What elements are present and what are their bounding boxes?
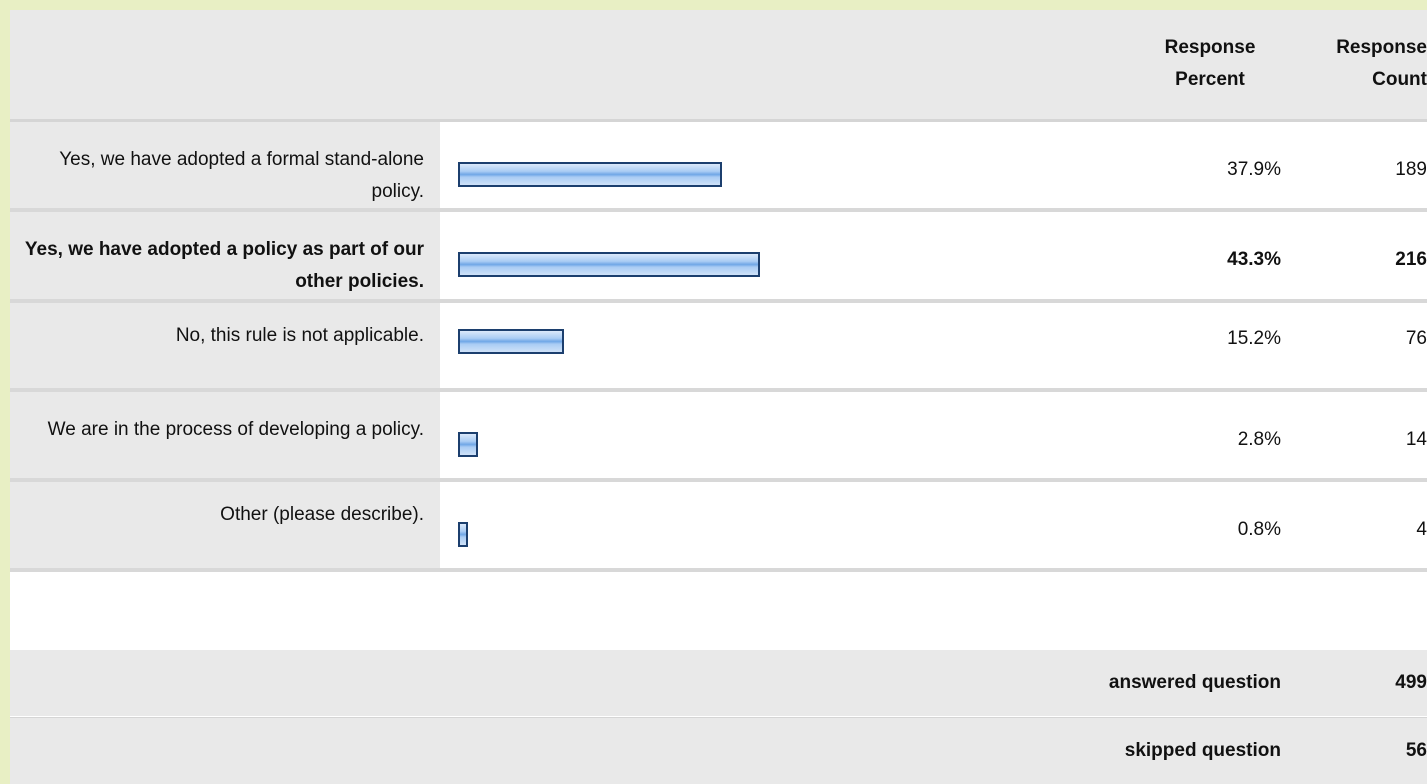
response-count: 76 <box>1405 328 1427 349</box>
answer-label: Yes, we have adopted a formal stand-alon… <box>59 149 424 202</box>
answer-row: Yes, we have adopted a formal stand-alon… <box>10 122 1427 212</box>
answer-row: Yes, we have adopted a policy as part of… <box>10 212 1427 303</box>
answer-row: No, this rule is not applicable. 15.2% 76 <box>10 303 1427 392</box>
response-bar <box>458 522 468 547</box>
response-bar <box>458 329 564 354</box>
answer-label-cell: No, this rule is not applicable. <box>10 303 440 388</box>
response-count: 4 <box>1416 519 1427 540</box>
skipped-question-value: 56 <box>1405 740 1427 761</box>
answered-question-row: answered question 499 <box>10 650 1427 716</box>
answered-question-value: 499 <box>1395 672 1427 693</box>
answered-question-label: answered question <box>1108 672 1281 693</box>
response-count: 216 <box>1395 249 1427 270</box>
survey-results-panel: Response Percent Response Count Yes, we … <box>10 10 1427 784</box>
answer-row: We are in the process of developing a po… <box>10 392 1427 482</box>
response-count-header: Response Count <box>1336 37 1427 90</box>
response-percent: 2.8% <box>1237 429 1281 450</box>
response-bar <box>458 432 478 457</box>
response-percent: 0.8% <box>1237 519 1281 540</box>
answer-label: We are in the process of developing a po… <box>47 419 424 440</box>
response-percent: 43.3% <box>1227 249 1281 270</box>
response-count: 189 <box>1395 159 1427 180</box>
response-bar <box>458 252 760 277</box>
response-percent: 37.9% <box>1227 159 1281 180</box>
response-count: 14 <box>1405 429 1427 450</box>
answer-label-cell: We are in the process of developing a po… <box>10 392 440 478</box>
answer-label-cell: Yes, we have adopted a policy as part of… <box>10 212 440 299</box>
skipped-question-row: skipped question 56 <box>10 717 1427 784</box>
response-percent-header: Response Percent <box>1164 37 1256 90</box>
response-percent: 15.2% <box>1227 328 1281 349</box>
answer-label: Yes, we have adopted a policy as part of… <box>24 239 424 292</box>
skipped-question-label: skipped question <box>1124 740 1281 761</box>
answer-label-cell: Other (please describe). <box>10 482 440 568</box>
answer-row: Other (please describe). 0.8% 4 <box>10 482 1427 572</box>
answer-label: No, this rule is not applicable. <box>175 325 424 346</box>
answer-label-cell: Yes, we have adopted a formal stand-alon… <box>10 122 440 208</box>
response-bar <box>458 162 722 187</box>
answer-label: Other (please describe). <box>220 504 424 525</box>
table-header: Response Percent Response Count <box>10 10 1427 122</box>
